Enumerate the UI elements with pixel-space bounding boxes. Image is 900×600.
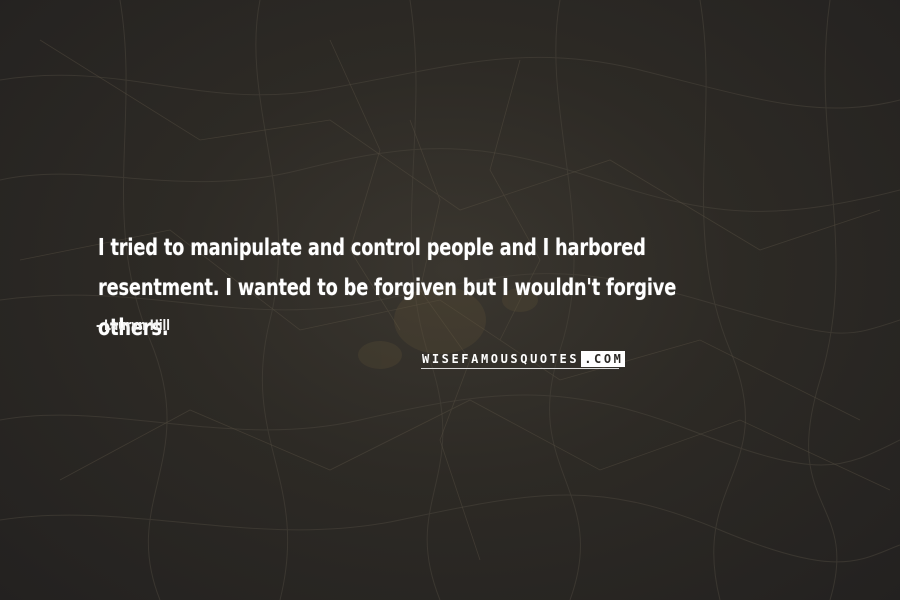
logo-text-suffix: .COM (581, 351, 625, 367)
quote-text: I tried to manipulate and control people… (98, 235, 677, 341)
quote-card: I tried to manipulate and control people… (0, 0, 900, 600)
wisefamousquotes-logo: WISEFAMOUSQUOTES .COM (421, 350, 625, 369)
quote-author: - Lauryn Hill (96, 318, 170, 334)
logo-text-main: WISEFAMOUSQUOTES (422, 352, 580, 366)
author-dash: - (96, 318, 101, 334)
author-name: Lauryn Hill (103, 318, 170, 334)
